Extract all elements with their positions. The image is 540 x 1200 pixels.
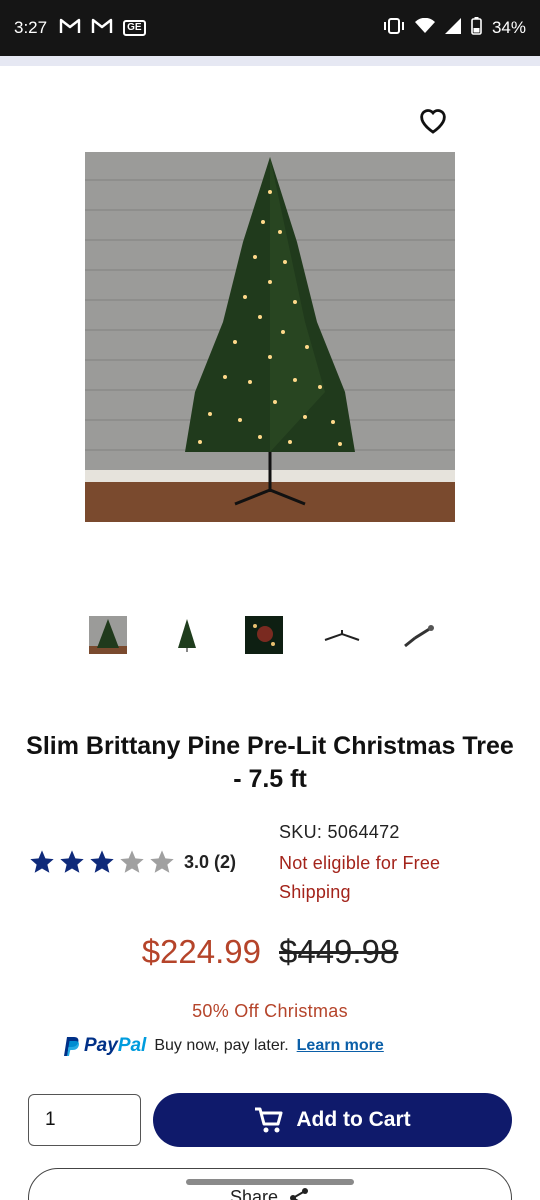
promo-label: 50% Off Christmas <box>192 1001 348 1021</box>
quantity-input[interactable] <box>28 1094 141 1146</box>
gesture-handle <box>186 1179 354 1185</box>
star-empty-icon <box>150 850 174 873</box>
paypal-text: Buy now, pay later. <box>154 1037 289 1054</box>
thumbnail-3[interactable] <box>245 616 283 654</box>
status-time: 3:27 <box>14 18 48 37</box>
thumbnail-4[interactable] <box>323 616 361 654</box>
product-title: Slim Brittany Pine Pre-Lit Christmas Tre… <box>26 732 514 793</box>
rating-stars <box>28 848 176 876</box>
paypal-p-icon <box>64 1037 80 1056</box>
share-icon <box>290 1188 309 1200</box>
shipping-notice: Not eligible for Free Shipping <box>279 853 441 902</box>
product-rating[interactable]: 3.0 (2) <box>28 848 236 876</box>
star-empty-icon <box>120 850 144 873</box>
gmail-icon <box>59 18 81 39</box>
app-screen: 3:27 GE 34% Slim Brittany Pine Pre-Lit C… <box>0 0 540 1200</box>
paypal-logo: PayPal <box>60 1035 146 1057</box>
add-to-cart-button[interactable]: Add to Cart <box>153 1093 512 1147</box>
battery-percent: 34% <box>491 18 526 37</box>
share-label: Share <box>229 1187 279 1200</box>
sale-price: $224.99 <box>141 933 261 970</box>
signal-icon <box>444 17 461 39</box>
product-sku: SKU: 5064472 <box>279 822 400 842</box>
thumbnail-strip <box>0 616 540 656</box>
wifi-icon <box>414 17 435 39</box>
cart-icon <box>255 1107 283 1133</box>
status-bar: 3:27 GE 34% <box>0 0 540 56</box>
price-row: $224.99 $449.98 <box>0 933 540 971</box>
ge-icon: GE <box>123 20 146 36</box>
battery-icon <box>471 16 482 40</box>
thumbnail-5[interactable] <box>401 616 439 654</box>
paypal-banner: PayPal Buy now, pay later. Learn more <box>60 1035 384 1057</box>
vibrate-icon <box>383 17 405 40</box>
original-price: $449.98 <box>279 933 399 970</box>
star-filled-icon <box>30 850 54 873</box>
favorite-heart-icon[interactable] <box>416 103 450 137</box>
thumbnail-2[interactable] <box>168 616 206 654</box>
star-filled-icon <box>60 850 84 873</box>
add-to-cart-label: Add to Cart <box>296 1108 411 1131</box>
rating-score: 3.0 (2) <box>184 851 237 872</box>
thumbnail-1[interactable] <box>89 616 127 654</box>
header-strip <box>0 56 540 66</box>
paypal-learn-more-link[interactable]: Learn more <box>297 1037 384 1055</box>
gmail-icon <box>91 18 113 39</box>
product-image[interactable] <box>85 152 455 522</box>
star-filled-icon <box>90 850 114 873</box>
